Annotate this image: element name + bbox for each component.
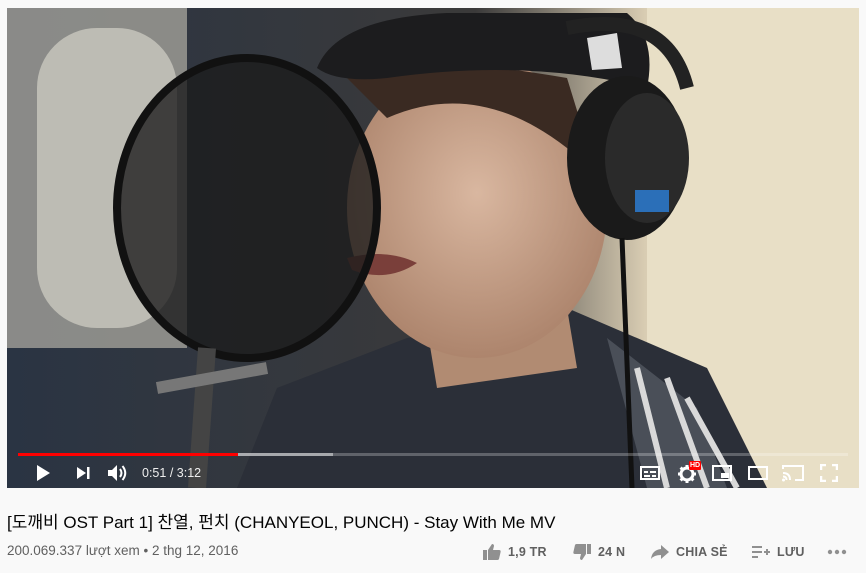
more-horizontal-icon [827,549,847,555]
meta-separator: • [143,543,149,558]
subtitles-button[interactable] [639,461,661,485]
duration: 3:12 [176,466,202,480]
theater-mode-button[interactable] [746,461,770,485]
video-player[interactable]: 0:51 / 3:12 HD [7,8,859,488]
theater-icon [748,466,768,480]
current-time: 0:51 [142,466,167,480]
video-meta: 200.069.337 lượt xem • 2 thg 12, 2016 [7,543,238,558]
fullscreen-icon [820,464,838,482]
save-button[interactable]: LƯU [751,540,805,564]
progress-played [18,453,238,456]
view-count: 200.069.337 lượt xem [7,543,140,558]
upload-date: 2 thg 12, 2016 [152,543,239,558]
like-button[interactable]: 1,9 TR [482,540,547,564]
thumbs-up-icon [483,544,501,560]
more-actions-button[interactable] [827,540,847,564]
fullscreen-button[interactable] [817,461,841,485]
video-frame [7,8,859,488]
volume-icon [108,465,127,481]
play-button[interactable] [31,461,55,485]
miniplayer-icon [712,465,732,481]
dislike-count: 24 N [598,545,626,559]
share-label: CHIA SẺ [676,545,728,559]
next-icon [77,467,90,479]
player-controls: 0:51 / 3:12 HD [7,458,859,488]
time-display: 0:51 / 3:12 [142,466,201,480]
thumbs-down-icon [573,544,591,560]
volume-button[interactable] [106,461,130,485]
cast-button[interactable] [781,461,805,485]
hd-badge: HD [689,461,702,470]
miniplayer-button[interactable] [710,461,734,485]
save-label: LƯU [777,545,805,559]
play-icon [37,465,50,481]
share-button[interactable]: CHIA SẺ [650,540,728,564]
dislike-button[interactable]: 24 N [572,540,625,564]
share-icon [651,545,669,559]
video-title: [도깨비 OST Part 1] 찬열, 펀치 (CHANYEOL, PUNCH… [7,513,556,532]
settings-button[interactable]: HD [675,461,702,485]
cast-icon [782,465,804,482]
subtitles-icon [640,466,660,480]
add-to-playlist-icon [752,546,770,558]
like-count: 1,9 TR [508,545,547,559]
time-separator: / [169,466,174,480]
next-button[interactable] [71,461,95,485]
